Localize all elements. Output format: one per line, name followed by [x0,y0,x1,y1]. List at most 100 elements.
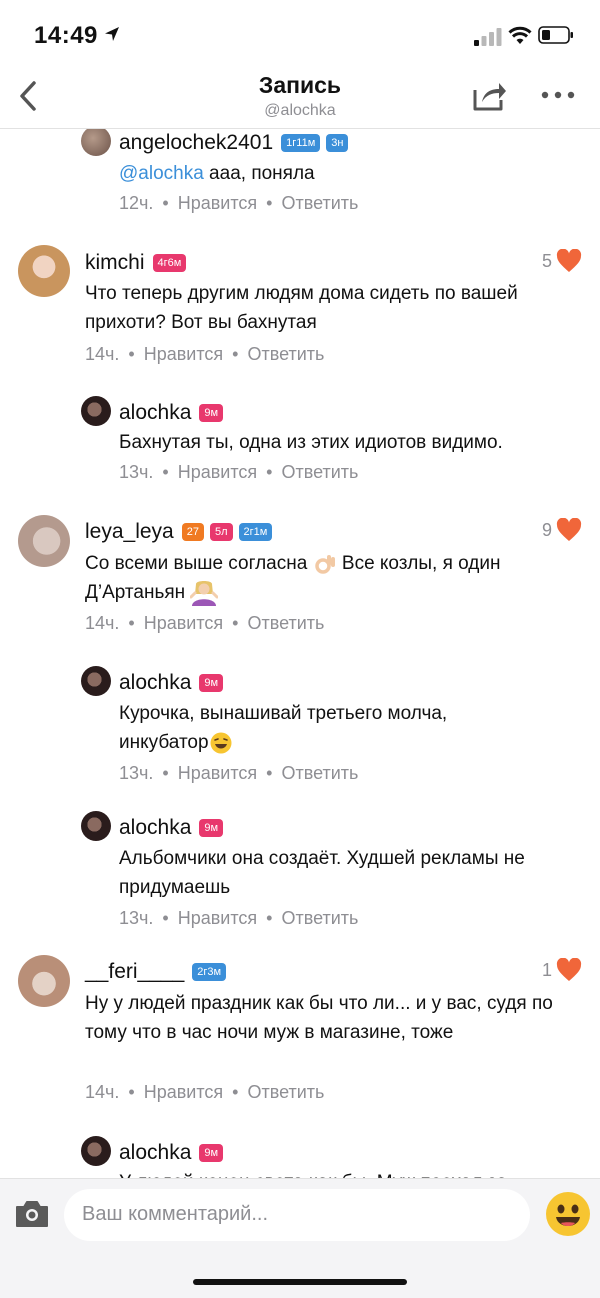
like-button[interactable]: Нравится [144,344,223,364]
username[interactable]: __feri____ [85,960,184,984]
badge: 2г1м [238,523,273,541]
wifi-icon [508,26,532,44]
username[interactable]: leya_leya [85,520,174,544]
separator-dot: • [128,1082,135,1102]
comment-meta: 13ч. • Нравится • Ответить [119,908,358,929]
comment-text: У людей конец света как бы. Муж поехал з… [119,1168,579,1178]
separator-dot: • [266,763,273,783]
reply-button[interactable]: Ответить [281,763,358,783]
separator-dot: • [162,193,169,213]
comment-text: @alochka ааа, поняла [119,159,579,188]
comment-time: 14ч. [85,613,120,633]
badge: 2г3м [192,963,227,981]
avatar[interactable] [18,515,70,567]
heart-icon[interactable] [556,249,582,273]
more-icon[interactable] [540,90,576,100]
like-button[interactable]: Нравится [178,193,257,213]
badge: 9м [199,819,224,837]
comment-time: 13ч. [119,763,154,783]
separator-dot: • [232,1082,239,1102]
comment-input-placeholder: Ваш комментарий... [82,1203,269,1225]
like-button[interactable]: Нравится [178,763,257,783]
woman-shrugging-emoji-icon [190,580,219,606]
camera-icon[interactable] [14,1199,50,1229]
comment-time: 14ч. [85,1082,120,1102]
username[interactable]: angelochek2401 [119,131,273,155]
reply-button[interactable]: Ответить [281,193,358,213]
comment-meta: 12ч. • Нравится • Ответить [119,193,358,214]
badge: 5л [209,523,233,541]
status-time: 14:49 [34,22,98,49]
comment-meta: 13ч. • Нравится • Ответить [119,763,358,784]
reply-button[interactable]: Ответить [281,908,358,928]
page-title: Запись [258,72,342,98]
mention-link[interactable]: @alochka [119,163,204,184]
avatar[interactable] [18,245,70,297]
status-bar: 14:49 [0,0,600,70]
username[interactable]: alochka [119,1141,191,1165]
heart-icon[interactable] [556,958,582,982]
username[interactable]: alochka [119,401,191,425]
separator-dot: • [266,462,273,482]
comment-text-part: Все козлы, я один [341,553,501,574]
nav-bar: Запись @alochka [0,70,600,129]
avatar[interactable] [81,396,111,426]
comment-text-body: Курочка, вынашивай третьего молча, инкуб… [119,703,448,753]
badge: 3н [326,134,349,152]
badge: 9м [199,1144,224,1162]
badge: 9м [199,404,224,422]
reply-button[interactable]: Ответить [247,1082,324,1102]
comment-text-body: ааа, поняла [203,163,315,184]
comment-time: 14ч. [85,344,120,364]
comment-time: 13ч. [119,462,154,482]
badge: 1г11м [281,134,321,152]
reply-button[interactable]: Ответить [247,613,324,633]
separator-dot: • [232,344,239,364]
badge: 9м [199,674,224,692]
comment-feed[interactable]: angelochek2401 1г11м 3н @alochka ааа, по… [0,129,600,1178]
username[interactable]: kimchi [85,251,145,275]
heart-icon[interactable] [556,518,582,542]
username[interactable]: alochka [119,816,191,840]
comment-input[interactable]: Ваш комментарий... [64,1189,530,1241]
like-button[interactable]: Нравится [144,1082,223,1102]
separator-dot: • [162,462,169,482]
separator-dot: • [128,344,135,364]
avatar[interactable] [81,129,111,156]
comment-text: Курочка, вынашивай третьего молча, инкуб… [119,699,499,757]
comment-meta: 14ч. • Нравится • Ответить [85,1082,324,1103]
like-count[interactable]: 5 [542,249,582,273]
avatar[interactable] [18,955,70,1007]
ok-hand-emoji-icon [314,554,335,574]
comment-text: Со всеми выше согласна Все козлы, я один… [85,549,585,607]
like-count-value: 5 [541,250,552,271]
separator-dot: • [128,613,135,633]
reply-button[interactable]: Ответить [247,344,324,364]
share-icon[interactable] [472,78,508,112]
separator-dot: • [232,613,239,633]
comment-text-part: Со всеми выше согласна [85,553,308,574]
like-count[interactable]: 9 [542,518,582,542]
like-count-value: 9 [541,519,552,540]
emoji-picker-icon[interactable] [545,1191,591,1237]
avatar[interactable] [81,666,111,696]
like-button[interactable]: Нравится [178,908,257,928]
avatar[interactable] [81,1136,111,1166]
username[interactable]: alochka [119,671,191,695]
comment-text: Ну у людей праздник как бы что ли... и у… [85,993,553,1043]
page-subtitle: @alochka [264,102,336,119]
laughing-emoji-icon [210,732,232,754]
badge: 27 [181,523,204,541]
like-button[interactable]: Нравится [178,462,257,482]
comment-time: 13ч. [119,908,154,928]
like-button[interactable]: Нравится [144,613,223,633]
comment-text: Альбомчики она создаёт. Худшей рекламы н… [119,848,525,898]
comment-text: Что теперь другим людям дома сидеть по в… [85,283,518,333]
battery-icon [538,26,573,44]
like-count[interactable]: 1 [542,958,582,982]
like-count-value: 1 [541,959,552,980]
reply-button[interactable]: Ответить [281,462,358,482]
comment-composer: Ваш комментарий... [0,1178,600,1298]
avatar[interactable] [81,811,111,841]
comment-meta: 14ч. • Нравится • Ответить [85,344,324,365]
